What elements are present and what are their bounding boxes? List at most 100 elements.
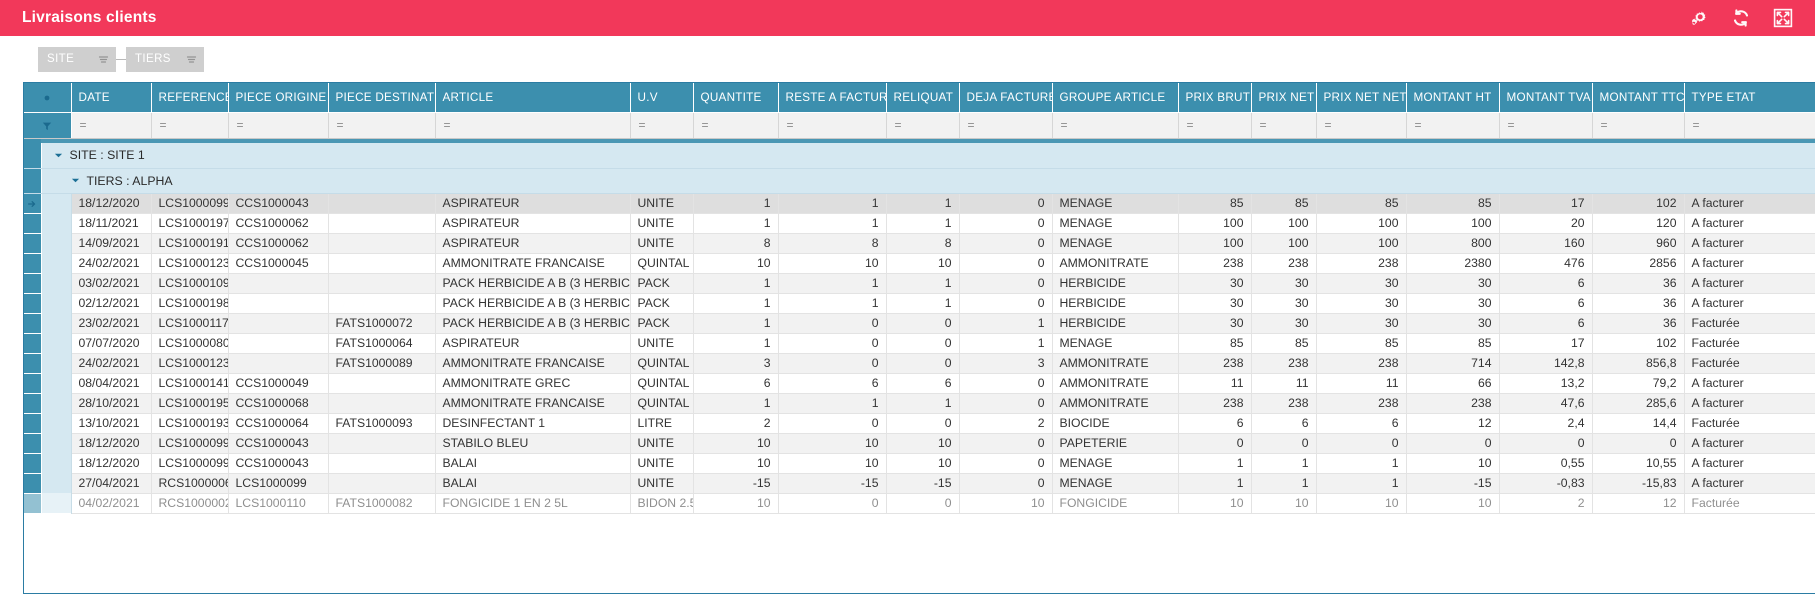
cell-qte[interactable]: 10 [693, 433, 778, 453]
table-row[interactable]: 03/02/2021LCS1000109PACK HERBICIDE A B (… [24, 273, 1815, 293]
cell-pn[interactable]: 0 [1251, 433, 1316, 453]
column-header-reste-a-facturer[interactable]: RESTE A FACTURER [778, 83, 886, 112]
filter-operator[interactable]: = [1415, 120, 1422, 130]
cell-grp[interactable]: BIOCIDE [1052, 413, 1178, 433]
cell-ref[interactable]: LCS1000099 [151, 193, 228, 213]
filter-cell-reliquat[interactable]: = [886, 112, 959, 138]
cell-pd[interactable]: FATS1000093 [328, 413, 435, 433]
cell-grp[interactable]: MENAGE [1052, 333, 1178, 353]
cell-art[interactable]: ASPIRATEUR [435, 333, 630, 353]
cell-mtva[interactable]: 20 [1499, 213, 1592, 233]
cell-pnn[interactable]: 30 [1316, 293, 1406, 313]
cell-uv[interactable]: PACK [630, 293, 693, 313]
cell-type[interactable]: A facturer [1684, 213, 1815, 233]
cell-uv[interactable]: QUINTAL [630, 393, 693, 413]
filter-cell-reste-a-facturer[interactable]: = [778, 112, 886, 138]
filter-operator[interactable]: = [160, 120, 167, 130]
cell-grp[interactable]: HERBICIDE [1052, 273, 1178, 293]
cell-date[interactable]: 13/10/2021 [71, 413, 151, 433]
cell-mtva[interactable]: 17 [1499, 333, 1592, 353]
cell-rel[interactable]: 10 [886, 433, 959, 453]
row-indicator[interactable] [24, 273, 41, 293]
cell-ref[interactable]: LCS1000193 [151, 413, 228, 433]
cell-uv[interactable]: QUINTAL [630, 373, 693, 393]
cell-raf[interactable]: 1 [778, 393, 886, 413]
filter-cell-uv[interactable]: = [630, 112, 693, 138]
cell-art[interactable]: ASPIRATEUR [435, 233, 630, 253]
cell-mttc[interactable]: 79,2 [1592, 373, 1684, 393]
column-header-prix-net-net[interactable]: PRIX NET NET [1316, 83, 1406, 112]
cell-pn[interactable]: 100 [1251, 213, 1316, 233]
cell-qte[interactable]: 1 [693, 393, 778, 413]
cell-grp[interactable]: PAPETERIE [1052, 433, 1178, 453]
cell-raf[interactable]: 8 [778, 233, 886, 253]
cell-mttc[interactable]: 856,8 [1592, 353, 1684, 373]
cell-qte[interactable]: 1 [693, 193, 778, 213]
cell-pb[interactable]: 1 [1178, 473, 1251, 493]
cell-pb[interactable]: 30 [1178, 293, 1251, 313]
cell-raf[interactable]: 0 [778, 493, 886, 513]
column-header-reliquat[interactable]: RELIQUAT [886, 83, 959, 112]
table-row[interactable]: 02/12/2021LCS1000198PACK HERBICIDE A B (… [24, 293, 1815, 313]
cell-qte[interactable]: 1 [693, 333, 778, 353]
cell-mht[interactable]: 238 [1406, 393, 1499, 413]
cell-raf[interactable]: 1 [778, 193, 886, 213]
column-header-prix-net[interactable]: PRIX NET [1251, 83, 1316, 112]
cell-pd[interactable]: FATS1000082 [328, 493, 435, 513]
table-row[interactable]: 13/10/2021LCS1000193CCS1000064FATS100009… [24, 413, 1815, 433]
cell-raf[interactable]: 0 [778, 413, 886, 433]
cell-date[interactable]: 07/07/2020 [71, 333, 151, 353]
table-row[interactable]: 28/10/2021LCS1000195CCS1000068AMMONITRAT… [24, 393, 1815, 413]
row-indicator[interactable] [24, 313, 41, 333]
column-header-reference[interactable]: REFERENCE [151, 83, 228, 112]
cell-po[interactable] [228, 353, 328, 373]
cell-date[interactable]: 08/04/2021 [71, 373, 151, 393]
cell-date[interactable]: 14/09/2021 [71, 233, 151, 253]
cell-mttc[interactable]: 14,4 [1592, 413, 1684, 433]
cell-pb[interactable]: 85 [1178, 193, 1251, 213]
cell-raf[interactable]: 1 [778, 273, 886, 293]
column-header-piece-destination[interactable]: PIECE DESTINAT [328, 83, 435, 112]
cell-date[interactable]: 24/02/2021 [71, 253, 151, 273]
cell-qte[interactable]: 6 [693, 373, 778, 393]
cell-pb[interactable]: 30 [1178, 313, 1251, 333]
cell-djf[interactable]: 3 [959, 353, 1052, 373]
cell-pn[interactable]: 30 [1251, 293, 1316, 313]
cell-type[interactable]: Facturée [1684, 493, 1815, 513]
filter-operator[interactable]: = [444, 120, 451, 130]
table-row[interactable]: 18/11/2021LCS1000197CCS1000062ASPIRATEUR… [24, 213, 1815, 233]
cell-pnn[interactable]: 85 [1316, 193, 1406, 213]
cell-raf[interactable]: 6 [778, 373, 886, 393]
cell-raf[interactable]: 0 [778, 333, 886, 353]
cell-rel[interactable]: 6 [886, 373, 959, 393]
cell-pn[interactable]: 100 [1251, 233, 1316, 253]
cell-pb[interactable]: 85 [1178, 333, 1251, 353]
cell-pd[interactable] [328, 273, 435, 293]
cell-ref[interactable]: LCS1000195 [151, 393, 228, 413]
cell-rel[interactable]: 8 [886, 233, 959, 253]
cell-pnn[interactable]: 100 [1316, 233, 1406, 253]
cell-type[interactable]: A facturer [1684, 273, 1815, 293]
settings-gears-icon[interactable] [1689, 8, 1709, 28]
cell-raf[interactable]: 10 [778, 453, 886, 473]
table-row[interactable]: 23/02/2021LCS1000117FATS1000072PACK HERB… [24, 313, 1815, 333]
cell-raf[interactable]: -15 [778, 473, 886, 493]
cell-rel[interactable]: 1 [886, 193, 959, 213]
filter-operator[interactable]: = [1187, 120, 1194, 130]
cell-rel[interactable]: 1 [886, 393, 959, 413]
cell-qte[interactable]: 10 [693, 493, 778, 513]
cell-pd[interactable]: FATS1000064 [328, 333, 435, 353]
cell-pn[interactable]: 85 [1251, 193, 1316, 213]
row-indicator[interactable] [24, 293, 41, 313]
cell-djf[interactable]: 0 [959, 433, 1052, 453]
row-indicator[interactable] [24, 353, 41, 373]
cell-djf[interactable]: 0 [959, 393, 1052, 413]
cell-djf[interactable]: 2 [959, 413, 1052, 433]
cell-mht[interactable]: 0 [1406, 433, 1499, 453]
cell-qte[interactable]: 2 [693, 413, 778, 433]
cell-mttc[interactable]: 102 [1592, 193, 1684, 213]
fullscreen-icon[interactable] [1773, 8, 1793, 28]
cell-mtva[interactable]: 476 [1499, 253, 1592, 273]
filter-operator[interactable]: = [1601, 120, 1608, 130]
filter-cell-montant-tva[interactable]: = [1499, 112, 1592, 138]
